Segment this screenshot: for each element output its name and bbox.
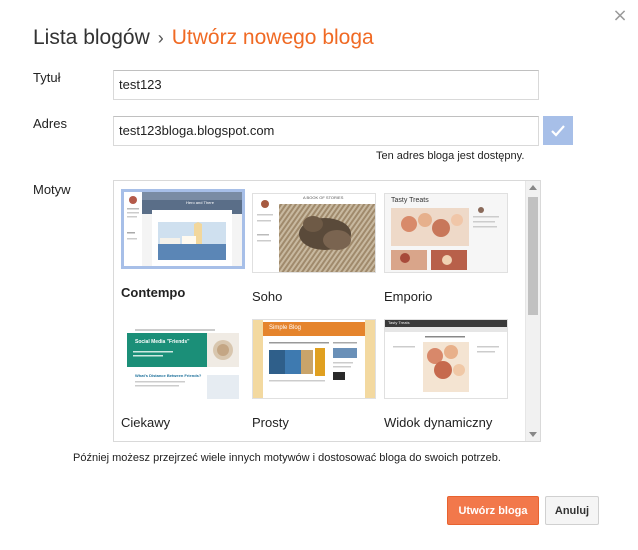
theme-name: Ciekawy [121, 415, 171, 430]
scroll-up-icon[interactable] [529, 185, 537, 190]
address-label: Adres [33, 116, 67, 131]
scroll-down-icon[interactable] [529, 432, 537, 437]
title-label: Tytuł [33, 70, 61, 85]
theme-contempo[interactable]: Hero and There Contempo [121, 189, 245, 300]
theme-widok-dynamiczny[interactable]: Tasty Treats Widok dynamiczny [384, 319, 508, 430]
thumb-ciekawy-header: Social Media "Friends" [135, 339, 190, 345]
theme-prosty[interactable]: Simple Blog Prosty [252, 319, 376, 430]
theme-thumbnail: Hero and There [121, 189, 245, 269]
theme-soho[interactable]: A BOOK OF STORIES Soho [252, 193, 376, 304]
thumb-prosty-header: Simple Blog [269, 325, 302, 331]
close-icon[interactable]: × [610, 6, 630, 26]
theme-scrollbar[interactable] [525, 181, 540, 441]
breadcrumb-current: Utwórz nowego bloga [171, 26, 374, 49]
theme-thumbnail: Tasty Treats [384, 319, 508, 399]
theme-thumbnail: A BOOK OF STORIES [252, 193, 376, 273]
title-input[interactable]: test123 [113, 70, 539, 100]
theme-label: Motyw [33, 182, 71, 197]
address-status: Ten adres bloga jest dostępny. [376, 150, 525, 162]
thumb-contempo-header: Hero and There [186, 200, 214, 205]
scroll-thumb[interactable] [528, 197, 538, 315]
theme-picker[interactable]: Hero and There Contempo A BOOK OF STORIE… [113, 180, 541, 442]
page-title: Lista blogów › Utwórz nowego bloga [33, 26, 374, 50]
theme-name: Soho [252, 289, 283, 304]
breadcrumb-separator: › [157, 28, 164, 48]
checkmark-icon [551, 124, 565, 137]
thumb-soho-header: A BOOK OF STORIES [303, 195, 344, 200]
cancel-button[interactable]: Anuluj [545, 496, 599, 525]
theme-thumbnail: Tasty Treats [384, 193, 508, 273]
address-input[interactable]: test123bloga.blogspot.com [113, 116, 539, 146]
theme-thumbnail: Social Media "Friends" What's Distance B… [121, 319, 245, 399]
theme-ciekawy[interactable]: Social Media "Friends" What's Distance B… [121, 319, 245, 430]
theme-name: Emporio [384, 289, 433, 304]
theme-thumbnail: Simple Blog [252, 319, 376, 399]
breadcrumb-blog-list[interactable]: Lista blogów [33, 26, 150, 49]
thumb-dynamic-header: Tasty Treats [388, 320, 410, 325]
theme-name: Contempo [121, 285, 186, 300]
thumb-emporio-header: Tasty Treats [391, 197, 429, 204]
theme-name: Prosty [252, 415, 289, 430]
theme-name: Widok dynamiczny [384, 415, 493, 430]
create-blog-button[interactable]: Utwórz bloga [447, 496, 539, 525]
address-check-button[interactable] [543, 116, 573, 145]
theme-hint: Później możesz przejrzeć wiele innych mo… [73, 452, 501, 464]
theme-emporio[interactable]: Tasty Treats Emporio [384, 193, 508, 304]
thumb-ciekawy-subheader: What's Distance Between Friends? [135, 373, 202, 378]
